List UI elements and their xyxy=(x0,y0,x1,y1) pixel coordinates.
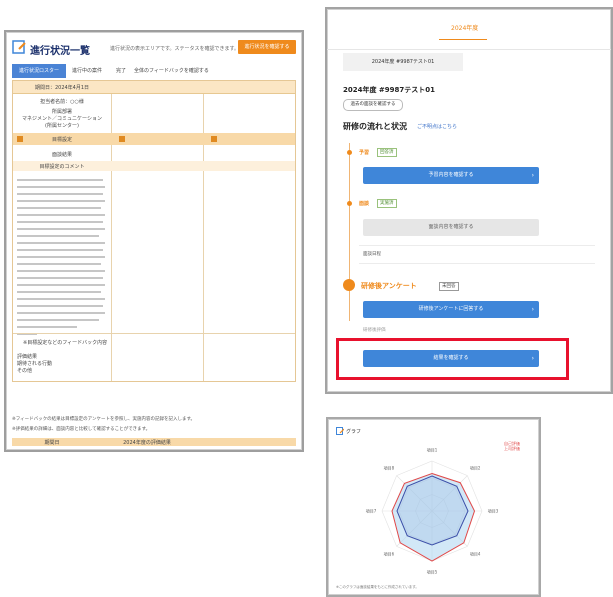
progress-timeline xyxy=(349,143,350,321)
view-interview-label: 面談内容を確認する xyxy=(428,224,474,230)
graph-footnote: ※このグラフは面談結果をもとに作成されています。 xyxy=(336,585,419,589)
footer-band: 期間日 2024年度の評価結果 xyxy=(12,438,296,446)
radar-axis-label: 項目6 xyxy=(384,552,395,557)
check-progress-button[interactable]: 進行状況を確認する xyxy=(238,40,296,54)
goal-label: 目標設定 xyxy=(51,137,72,143)
document-logo-icon xyxy=(12,40,26,54)
step-preparation-label: 予習 xyxy=(359,150,370,156)
view-interview-button[interactable]: 面談内容を確認する xyxy=(363,219,539,236)
tab-feedback[interactable]: 全体のフィードバックを確認する xyxy=(134,67,209,74)
goal-icon xyxy=(119,136,125,142)
goal-comment-band: 目標設定のコメント xyxy=(13,161,295,171)
radar-axis-label: 項目7 xyxy=(366,509,377,514)
radar-graph-panel: グラフ 自己評価 上司評価 項目1 項目2 項目3 項目4 項目5 項目6 項目7 項目8 ※… xyxy=(326,417,541,597)
chevron-right-icon: › xyxy=(531,306,534,313)
project-heading: 2024年度 #9987テスト01 xyxy=(343,86,436,94)
comment-text-block xyxy=(17,179,105,335)
flow-heading: 研修の流れと状況 xyxy=(343,122,407,131)
year-tab-bar: 2024年度 xyxy=(327,9,611,50)
survey-heading: 研修後アンケート xyxy=(361,282,417,290)
radar-axis-label: 項目8 xyxy=(384,465,395,470)
page-title: 進行状況一覧 xyxy=(30,46,90,57)
divider xyxy=(359,263,595,264)
status-badge-answered: 回答済 xyxy=(377,148,397,157)
graph-title: グラフ xyxy=(346,429,362,435)
tab-bar: 進行状況ロスター 進行中の案件 完了 全体のフィードバックを確認する xyxy=(12,64,296,78)
graph-logo-icon xyxy=(336,427,344,435)
status-badge-unanswered: 未回答 xyxy=(439,282,459,291)
divider xyxy=(359,245,595,246)
radar-axis-label: 項目2 xyxy=(470,465,481,470)
goal-comment-label: 目標設定のコメント xyxy=(39,164,85,170)
result-label: 研修後評価 xyxy=(363,328,386,333)
help-link[interactable]: ご不明点はこちら xyxy=(417,123,457,130)
survey-step-dot xyxy=(343,279,355,291)
step-dot xyxy=(347,201,352,206)
person-name: 担当者名前：○○様 xyxy=(40,99,84,105)
goal-band: 目標設定 xyxy=(13,133,295,145)
progress-list-panel: 進行状況一覧 進行状況の表示エリアです。ステータスを確認できます。 進行状況を確… xyxy=(4,30,304,452)
past-interview-button[interactable]: 過去の面談を確認する xyxy=(343,99,403,111)
radar-axis-label: 項目3 xyxy=(488,509,499,514)
active-tab-indicator xyxy=(439,39,487,40)
other-label: その他 xyxy=(17,368,33,374)
answer-survey-button[interactable]: 研修後アンケートに回答する › xyxy=(363,301,539,318)
view-preparation-button[interactable]: 予習内容を確認する › xyxy=(363,167,539,184)
footnote-1: ※フィードバックの結果は目標設定のアンケートを参照し、実施内容の記録を記入します… xyxy=(12,417,196,422)
expected-action-label: 期待される行動 xyxy=(17,361,53,367)
evaluation-result-label: 評価結果 xyxy=(17,354,38,360)
period-date: 期間日：2024年4月1日 xyxy=(34,85,90,91)
header-note: 進行状況の表示エリアです。ステータスを確認できます。 xyxy=(110,46,240,52)
view-preparation-label: 予習内容を確認する xyxy=(428,172,474,178)
chevron-right-icon: › xyxy=(531,172,534,179)
radar-axis-label: 項目4 xyxy=(470,552,481,557)
goal-icon xyxy=(211,136,217,142)
interview-date-label: 面談日程 xyxy=(363,252,381,257)
footer-col-result: 2024年度の評価結果 xyxy=(123,440,171,446)
footnote-2: ※評価結果の詳細は、面談内容と比較して確認することができます。 xyxy=(12,427,151,432)
radar-axis-label: 項目5 xyxy=(427,570,438,575)
status-badge-done: 実施済 xyxy=(377,199,397,208)
radar-axis-label: 項目1 xyxy=(427,448,438,453)
answer-survey-label: 研修後アンケートに回答する xyxy=(418,306,484,312)
step-dot xyxy=(347,150,352,155)
progress-grid: 期間日：2024年4月1日 担当者名前：○○様 所属部署 マネジメント／コミュニ… xyxy=(12,80,296,382)
step-interview-label: 面談 xyxy=(359,201,370,207)
tab-year[interactable]: 2024年度 xyxy=(451,23,478,32)
feedback-heading: ※目標設定などのフィードバック内容 xyxy=(23,340,108,346)
tab-in-progress[interactable]: 進行中の案件 xyxy=(72,67,102,74)
management-label: マネジメント／コミュニケーション xyxy=(22,116,102,122)
footer-col-date: 期間日 xyxy=(44,440,60,446)
tab-sub-project[interactable]: 2024年度 #9987テスト01 xyxy=(343,53,463,71)
date-band: 期間日：2024年4月1日 xyxy=(13,81,295,94)
highlight-box xyxy=(336,338,569,380)
training-flow-panel: 2024年度 2024年度 #9987テスト01 2024年度 #9987テスト… xyxy=(325,7,613,394)
department-label: 所属部署 xyxy=(51,109,72,115)
radar-chart: 項目1 項目2 項目3 項目4 項目5 項目6 項目7 項目8 xyxy=(366,448,499,575)
progress-list-header: 進行状況一覧 進行状況の表示エリアです。ステータスを確認できます。 進行状況を確… xyxy=(12,38,296,58)
center-label: (所属センター) xyxy=(45,123,79,129)
interview-result-label: 面談結果 xyxy=(51,152,72,158)
tab-roster[interactable]: 進行状況ロスター xyxy=(12,64,66,78)
tab-completed[interactable]: 完了 xyxy=(116,67,126,74)
